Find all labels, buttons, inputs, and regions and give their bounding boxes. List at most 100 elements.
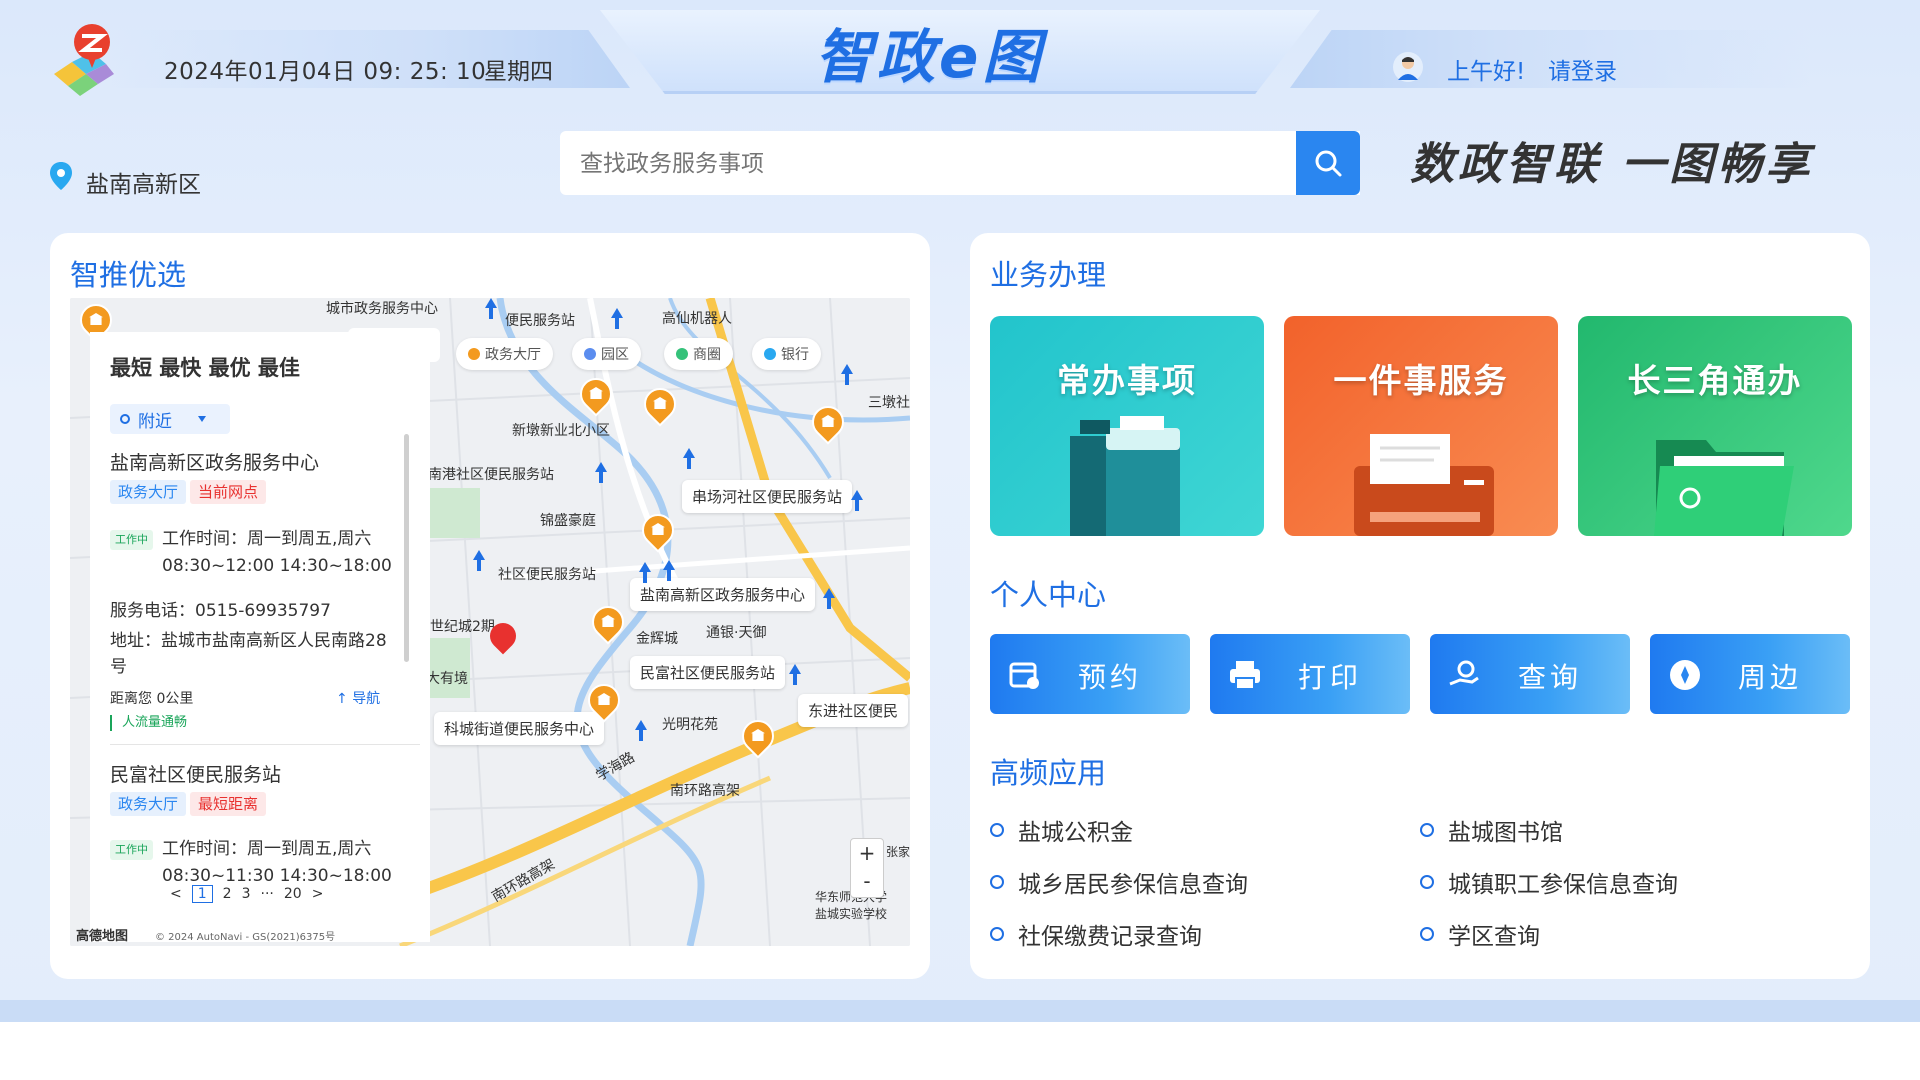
map-marker-label[interactable]: 科城街道便民服务中心 [434, 712, 605, 745]
map-provider-logo: 高德地图 [76, 929, 129, 944]
search-button[interactable] [1296, 131, 1360, 195]
map-copyright: © 2024 AutoNavi - GS(2021)6375号 [155, 932, 336, 943]
app-link[interactable]: 盐城图书馆 [1420, 813, 1563, 847]
direction-arrow-icon [636, 562, 654, 584]
map-marker-label[interactable]: 民富社区便民服务站 [630, 656, 786, 689]
fax-machine-icon [1354, 434, 1494, 536]
app-logo-icon [48, 22, 120, 96]
direction-arrow-icon [848, 490, 866, 512]
login-link[interactable]: 请登录 [1548, 52, 1617, 86]
filter-chip-hall[interactable]: 政务大厅 [456, 338, 553, 370]
map-label: 城市政务服务中心 [326, 301, 438, 317]
list-heading: 最短 最快 最优 最佳 [110, 356, 300, 380]
bullet-ring-icon [990, 875, 1004, 889]
zoom-out-button[interactable]: - [851, 867, 883, 895]
personal-title: 个人中心 [990, 578, 1107, 612]
work-hours: 工作时间：周一到周五,周六 [162, 839, 372, 859]
crowd-status: 人流量通畅 [110, 715, 187, 731]
nearby-button[interactable]: 周边 [1650, 634, 1850, 714]
page-button[interactable]: 20 [284, 886, 302, 902]
location-selector[interactable]: 盐南高新区 [86, 165, 201, 199]
bullet-ring-icon [990, 823, 1004, 837]
current-datetime: 2024年01月04日 09: 25: 10 [164, 59, 487, 85]
caret-down-icon [198, 416, 206, 422]
zoom-in-button[interactable]: + [851, 839, 883, 867]
greeting-text: 上午好! [1447, 59, 1526, 85]
search-icon [1315, 150, 1342, 177]
printer-machine-icon [1070, 416, 1180, 536]
filter-chip-bank[interactable]: 银行 [752, 338, 821, 370]
prev-page-button[interactable]: < [170, 886, 182, 902]
page-button[interactable]: 1 [191, 885, 213, 903]
user-avatar-icon[interactable] [1393, 52, 1423, 82]
bottom-band [0, 1000, 1920, 1022]
direction-arrow-icon [592, 462, 610, 484]
page-button[interactable]: 2 [223, 886, 232, 902]
service-list: 最短 最快 最优 最佳 附近 盐南高新区政务服务中心 政务大厅 当前网点 工作中… [90, 332, 430, 942]
map-label: 金辉城 [636, 631, 678, 647]
navigate-link[interactable]: ↑ 导航 [336, 688, 380, 708]
map-marker-label[interactable]: 串场河社区便民服务站 [682, 480, 853, 513]
direction-arrow-icon [470, 550, 488, 572]
hall-marker-icon[interactable] [585, 599, 631, 645]
hall-marker-icon[interactable] [637, 381, 683, 427]
hall-marker-icon[interactable] [581, 677, 627, 723]
map-zoom-control[interactable]: + - [850, 838, 884, 898]
map-label: 社区便民服务站 [498, 567, 596, 583]
query-button[interactable]: 查询 [1430, 634, 1630, 714]
direction-arrow-icon [660, 560, 678, 582]
hand-search-icon [1449, 660, 1479, 686]
next-page-button[interactable]: > [312, 886, 324, 902]
tile-yangtze-delta[interactable]: 长三角通办 [1578, 316, 1852, 536]
list-item-name[interactable]: 盐南高新区政务服务中心 [110, 448, 319, 475]
print-button[interactable]: 打印 [1210, 634, 1410, 714]
direction-arrow-icon [820, 588, 838, 610]
map-label: 高仙机器人 [662, 311, 732, 327]
map-label: 张家 [886, 845, 910, 859]
hall-marker-icon[interactable] [573, 371, 619, 417]
filter-chip-park[interactable]: 园区 [572, 338, 641, 370]
map-marker-label[interactable]: 东进社区便民 [798, 694, 909, 727]
status-badge: 工作中 [110, 530, 153, 550]
tag-current: 当前网点 [190, 480, 267, 504]
location-icon [120, 414, 130, 424]
search-input[interactable] [560, 131, 1360, 195]
app-link[interactable]: 学区查询 [1420, 917, 1540, 951]
bullet-ring-icon [990, 927, 1004, 941]
bank-icon [764, 348, 776, 360]
tag-shortest: 最短距离 [190, 792, 267, 816]
filter-chip-mall[interactable]: 商圈 [664, 338, 733, 370]
hall-marker-icon[interactable] [635, 507, 681, 553]
tile-one-thing-service[interactable]: 一件事服务 [1284, 316, 1558, 536]
page-button[interactable]: 3 [242, 886, 251, 902]
map-label: 通银·天御 [706, 625, 767, 641]
map-label: 大有境 [426, 671, 468, 687]
tile-frequent-items[interactable]: 常办事项 [990, 316, 1264, 536]
service-address: 地址：盐城市盐南高新区人民南路28 [110, 631, 387, 651]
apps-title: 高频应用 [990, 756, 1107, 790]
app-link[interactable]: 城镇职工参保信息查询 [1420, 865, 1678, 899]
hall-marker-icon[interactable] [805, 399, 851, 445]
list-scrollbar[interactable] [404, 434, 409, 662]
work-hours-detail: 08:30~12:00 14:30~18:00 [162, 556, 392, 576]
list-item-name[interactable]: 民富社区便民服务站 [110, 760, 281, 787]
hall-marker-icon[interactable] [735, 713, 781, 759]
calendar-icon [1009, 662, 1039, 689]
app-link[interactable]: 城乡居民参保信息查询 [990, 865, 1248, 899]
direction-arrow-icon [786, 664, 804, 686]
business-title: 业务办理 [990, 258, 1107, 292]
map-label: 便民服务站 [505, 313, 575, 329]
pagination: < 1 2 3 ··· 20 > [170, 885, 323, 903]
map-label: 三墩社 [868, 395, 910, 411]
mall-icon [676, 348, 688, 360]
hall-icon [468, 348, 480, 360]
direction-arrow-icon [482, 298, 500, 320]
current-weekday: 星期四 [484, 59, 553, 85]
app-link[interactable]: 盐城公积金 [990, 813, 1133, 847]
appointment-button[interactable]: 预约 [990, 634, 1190, 714]
bullet-ring-icon [1420, 927, 1434, 941]
map-marker-label[interactable]: 盐南高新区政务服务中心 [630, 578, 816, 611]
app-link[interactable]: 社保缴费记录查询 [990, 917, 1202, 951]
printer-icon [1230, 661, 1260, 690]
nearby-dropdown[interactable]: 附近 [110, 404, 230, 434]
